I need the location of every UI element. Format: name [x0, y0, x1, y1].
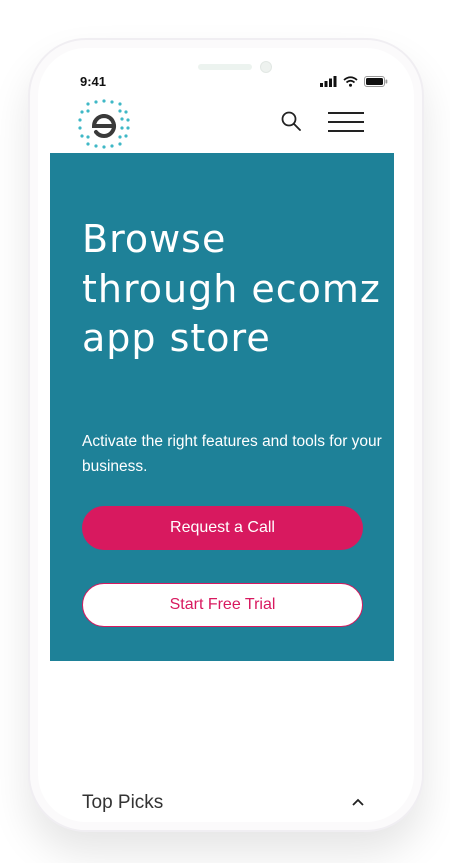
signal-icon — [320, 75, 337, 87]
battery-icon — [364, 75, 388, 87]
status-time: 9:41 — [80, 74, 107, 89]
request-call-button[interactable]: Request a Call — [82, 506, 363, 550]
hero-title: Browse through ecomz app store — [82, 217, 381, 360]
hamburger-menu-icon[interactable] — [328, 112, 364, 132]
ecomz-logo-icon[interactable] — [76, 98, 132, 150]
search-icon[interactable] — [280, 110, 302, 132]
hero-subtitle: Activate the right features and tools fo… — [82, 433, 382, 475]
status-icons — [320, 74, 388, 88]
phone-frame: 9:41 Browse through ecomz app store Acti… — [28, 38, 424, 832]
start-free-trial-button[interactable]: Start Free Trial — [82, 583, 363, 627]
hero-banner: Browse through ecomz app store Activate … — [50, 153, 394, 661]
chevron-up-icon[interactable] — [352, 798, 364, 806]
front-camera — [260, 61, 272, 73]
speaker-grille — [198, 64, 252, 70]
wifi-icon — [343, 75, 358, 87]
section-title-top-picks[interactable]: Top Picks — [82, 792, 163, 814]
